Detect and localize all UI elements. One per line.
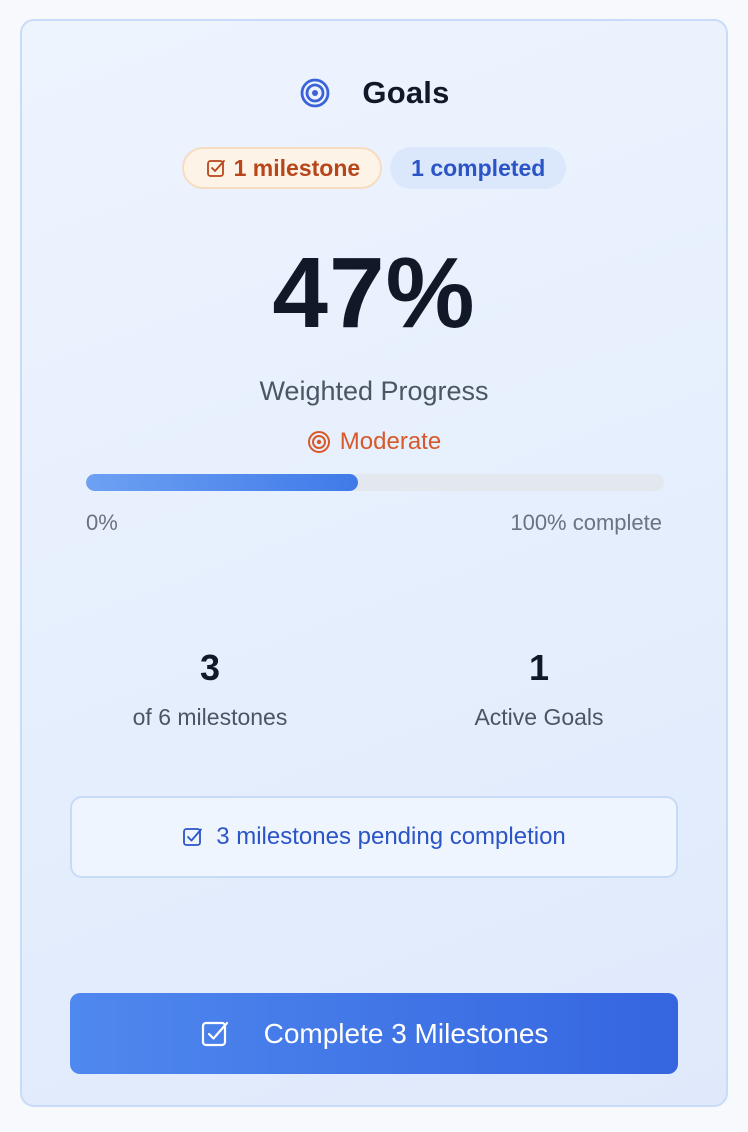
stat-label: Active Goals — [474, 704, 604, 730]
checkbox-icon — [206, 160, 225, 177]
complete-milestones-button[interactable]: Complete 3 Milestones — [70, 993, 678, 1074]
target-icon — [307, 431, 330, 453]
progress-label: Weighted Progress — [259, 376, 489, 406]
page-title: Goals — [362, 75, 450, 110]
progress-bar — [86, 474, 664, 491]
milestone-badge: 1 milestone — [181, 147, 383, 189]
goals-card: Goals 1 milestone 1 completed 47% Weight… — [20, 19, 728, 1107]
progress-range-max: 100% complete — [510, 510, 662, 535]
progress-range-min: 0% — [86, 510, 118, 535]
badge-row: 1 milestone 1 completed — [22, 147, 726, 189]
card-header: Goals — [22, 73, 726, 113]
stat-label: of 6 milestones — [132, 704, 288, 730]
status-indicator: Moderate — [22, 428, 726, 456]
completed-badge: 1 completed — [390, 147, 567, 189]
stat-value: 1 — [528, 647, 550, 688]
pending-milestones-notice: 3 milestones pending completion — [70, 796, 678, 878]
pending-text: 3 milestones pending completion — [216, 823, 566, 850]
progress-percent: 47% — [272, 237, 476, 349]
complete-milestones-label: Complete 3 Milestones — [263, 1017, 549, 1049]
completed-badge-label: 1 completed — [411, 154, 546, 181]
stat-milestones: 3 of 6 milestones — [60, 646, 360, 731]
milestone-badge-label: 1 milestone — [233, 154, 361, 181]
stat-value: 3 — [199, 647, 221, 688]
progress-bar-fill — [86, 474, 358, 491]
checkbox-icon — [201, 1021, 228, 1046]
stat-active-goals: 1 Active Goals — [389, 646, 689, 731]
target-icon — [298, 76, 332, 110]
status-label: Moderate — [339, 428, 442, 455]
checkbox-icon — [183, 828, 203, 846]
